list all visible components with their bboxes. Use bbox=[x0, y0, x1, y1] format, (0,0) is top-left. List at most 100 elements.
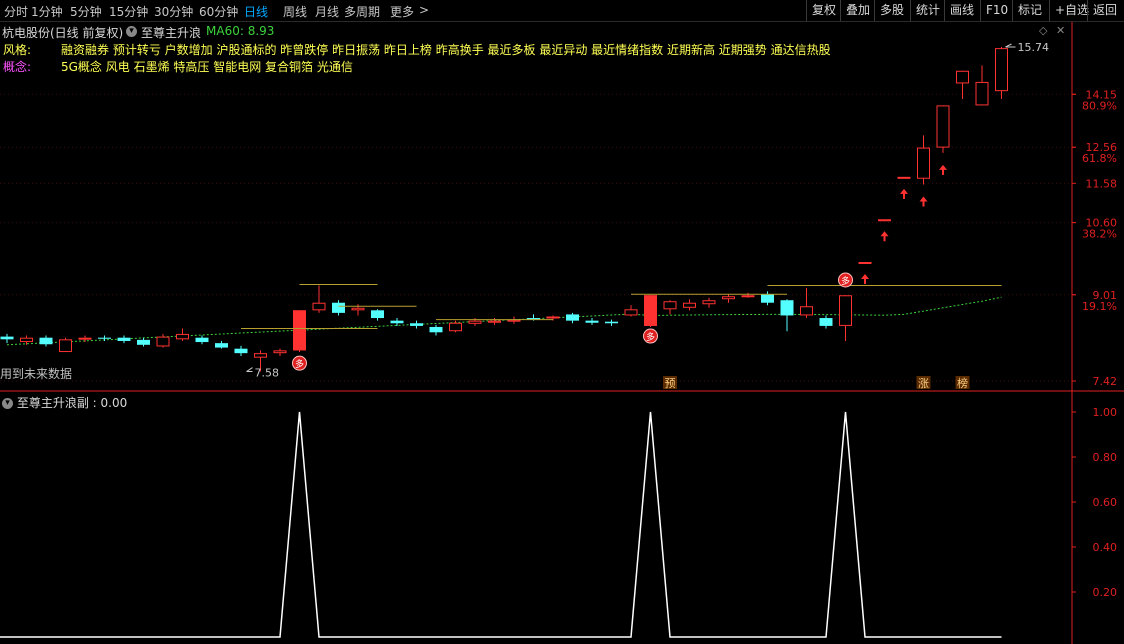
toolbar-button-1[interactable]: 叠加 bbox=[840, 0, 875, 21]
ma60-line bbox=[6, 296, 1002, 346]
candle bbox=[429, 324, 443, 336]
sub-tick-label-1: 0.80 bbox=[1093, 451, 1118, 464]
period-tab-8[interactable]: 月线 bbox=[315, 3, 339, 20]
candle bbox=[0, 333, 14, 344]
price-tick-label-7: 38.2% bbox=[1082, 228, 1117, 241]
candle-body bbox=[897, 176, 911, 179]
high-pointer bbox=[1005, 43, 1016, 48]
candle-body bbox=[254, 353, 267, 358]
candle-body bbox=[819, 318, 833, 326]
signal-badge-2-char: 多 bbox=[646, 331, 655, 343]
candle bbox=[390, 318, 404, 326]
signal-badge-3-char: 多 bbox=[841, 275, 850, 287]
candle bbox=[800, 287, 813, 319]
candle-body bbox=[936, 105, 950, 148]
candle-body bbox=[917, 147, 930, 179]
candle bbox=[936, 105, 950, 153]
candle bbox=[995, 47, 1008, 100]
period-tab-7[interactable]: 周线 bbox=[283, 3, 307, 20]
candle bbox=[761, 291, 774, 306]
price-tick-label-5: 11.58 bbox=[1086, 177, 1118, 190]
toolbar-button-2[interactable]: 多股 bbox=[874, 0, 909, 21]
candle bbox=[410, 320, 423, 329]
candle-body bbox=[59, 339, 72, 353]
candle bbox=[156, 333, 170, 348]
price-tick-label-2: 80.9% bbox=[1082, 99, 1117, 112]
candle-body bbox=[78, 337, 92, 340]
candle-body bbox=[195, 337, 209, 343]
period-toolbar: 分时 1分钟 5分钟 15分钟 30分钟 60分钟 日线 周线 月线 多周期 更多 > 复权 叠加 多股 统计… bbox=[0, 0, 1124, 22]
candle-body bbox=[20, 337, 33, 343]
candle bbox=[917, 135, 930, 185]
candle-body bbox=[605, 321, 618, 324]
candle-body bbox=[975, 81, 989, 106]
candle-body bbox=[546, 316, 560, 319]
candle-body bbox=[878, 219, 891, 222]
toolbar-button-0[interactable]: 复权 bbox=[806, 0, 841, 21]
candle bbox=[839, 295, 852, 341]
candle bbox=[858, 261, 872, 264]
candle-body bbox=[585, 320, 599, 323]
candle-body bbox=[741, 295, 755, 298]
candle bbox=[663, 300, 677, 315]
candle-body bbox=[858, 261, 872, 264]
candle bbox=[117, 335, 131, 344]
candle-body bbox=[137, 339, 150, 345]
candle-body bbox=[995, 48, 1008, 92]
candle bbox=[273, 348, 287, 356]
period-tab-9[interactable]: 多周期 bbox=[344, 3, 380, 20]
candle bbox=[819, 315, 833, 329]
candle bbox=[702, 297, 716, 308]
candle-body bbox=[429, 326, 443, 333]
candle bbox=[566, 312, 579, 324]
period-tab-10[interactable]: 更多 bbox=[390, 3, 414, 20]
period-tab-4[interactable]: 30分钟 bbox=[154, 3, 193, 20]
candle bbox=[585, 318, 599, 325]
candle-body bbox=[488, 320, 501, 323]
candle-body bbox=[156, 336, 170, 347]
candle-body bbox=[39, 337, 53, 345]
period-tab-5[interactable]: 60分钟 bbox=[199, 3, 238, 20]
candle bbox=[507, 316, 521, 324]
more-arrow-icon[interactable]: > bbox=[419, 3, 429, 17]
toolbar-button-3[interactable]: 统计 bbox=[910, 0, 945, 21]
toolbar-button-5[interactable]: F10 bbox=[980, 0, 1013, 21]
high-price-label: 15.74 bbox=[1018, 41, 1050, 54]
period-tab-0[interactable]: 分时 bbox=[4, 3, 28, 20]
sub-tick-label-2: 0.60 bbox=[1093, 496, 1118, 509]
candle bbox=[59, 337, 72, 353]
candle-body bbox=[312, 302, 326, 311]
candle bbox=[975, 65, 989, 106]
sub-indicator-chart[interactable]: 1.00 0.80 0.60 0.40 0.20 bbox=[0, 392, 1124, 644]
period-tab-3[interactable]: 15分钟 bbox=[109, 3, 148, 20]
toolbar-button-6[interactable]: 标记 bbox=[1012, 0, 1047, 21]
candle-body bbox=[507, 319, 521, 322]
price-tick-label-4: 61.8% bbox=[1082, 152, 1117, 165]
candle bbox=[234, 345, 248, 356]
future-data-note: 用到未来数据 bbox=[0, 367, 73, 381]
period-tab-2[interactable]: 5分钟 bbox=[70, 3, 102, 20]
candle bbox=[312, 285, 326, 313]
toolbar-button-8[interactable]: 返回 bbox=[1087, 0, 1122, 21]
candle bbox=[683, 299, 696, 311]
candle bbox=[488, 318, 501, 325]
candle-body bbox=[332, 302, 345, 313]
price-chart[interactable]: 多多多7.5815.74预涨榜14.1580.9%12.5661.8%11.58… bbox=[0, 22, 1124, 392]
period-tab-1[interactable]: 1分钟 bbox=[31, 3, 63, 20]
candle-body bbox=[956, 70, 969, 84]
up-arrow-4 bbox=[939, 164, 947, 175]
candle bbox=[605, 319, 618, 326]
candle-body bbox=[702, 300, 716, 305]
candle-body bbox=[780, 300, 794, 316]
candle-body bbox=[371, 310, 384, 319]
period-tab-6[interactable]: 日线 bbox=[244, 3, 268, 20]
candle bbox=[722, 294, 735, 303]
marker-bang: 榜 bbox=[957, 376, 968, 390]
candle-body bbox=[800, 306, 813, 316]
candle-body bbox=[117, 337, 131, 341]
candle-body bbox=[390, 320, 404, 324]
toolbar-button-4[interactable]: 画线 bbox=[944, 0, 979, 21]
candle-body bbox=[566, 314, 579, 321]
candle-body bbox=[683, 302, 696, 308]
sub-tick-label-0: 1.00 bbox=[1093, 406, 1118, 419]
